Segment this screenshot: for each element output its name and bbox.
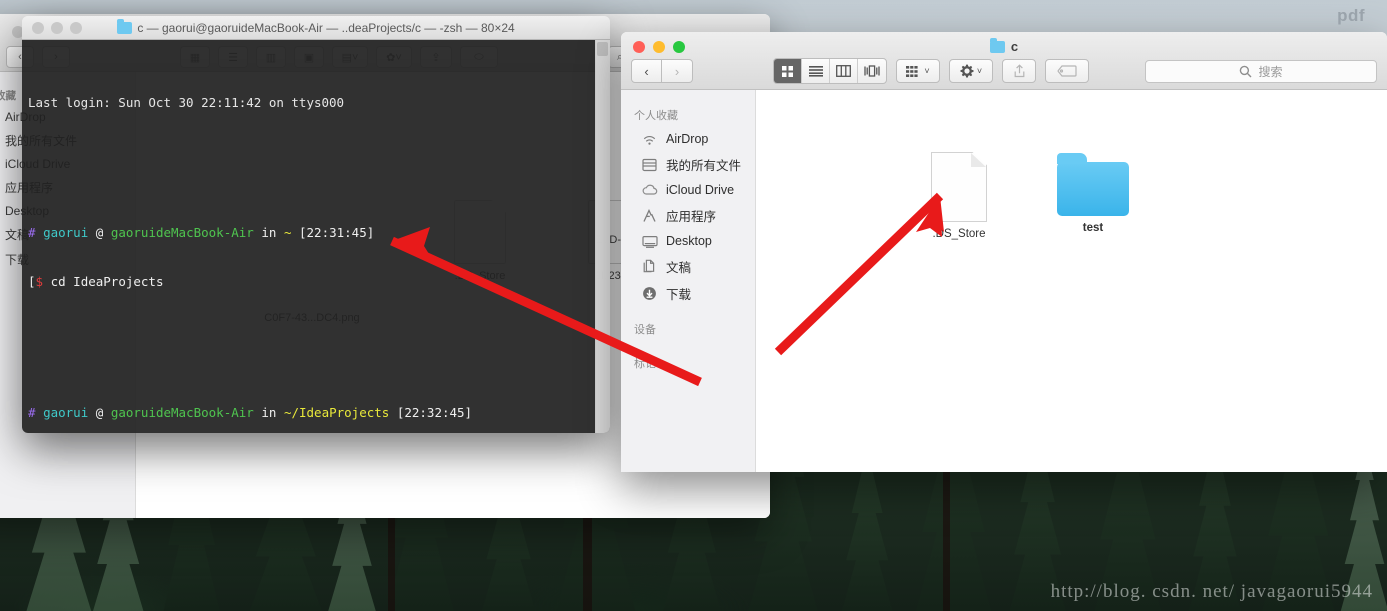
prompt-at: @: [95, 225, 104, 241]
prompt-time: [22:32:45]: [396, 404, 473, 420]
finder-titlebar[interactable]: c ‹ › ˅ ˅ 搜索: [621, 32, 1387, 90]
document-icon: [931, 152, 987, 222]
prompt-in: in: [261, 404, 277, 420]
desktop: 图片 ‹ › ▦ ☰ ▥ ▣ ▤˅ ✿˅ ⇪ ⬭ ⌕ 个人收藏: [0, 0, 1387, 611]
sidebar-item-label: 下载: [666, 288, 692, 302]
downloads-icon: [641, 286, 658, 302]
sidebar-item-airdrop[interactable]: AirDrop: [621, 127, 755, 151]
folder-icon: [989, 37, 1005, 53]
column-view-button[interactable]: [830, 59, 858, 83]
sidebar-item-label: iCloud Drive: [666, 183, 735, 197]
sidebar-item-downloads[interactable]: 下载: [621, 280, 755, 307]
prompt-path: ~/IdeaProjects: [283, 404, 390, 420]
folder-icon: [117, 18, 133, 34]
terminal-window[interactable]: c — gaorui@gaoruideMacBook-Air — ..deaPr…: [22, 16, 610, 433]
desktop-icon: [641, 233, 658, 249]
sidebar-header-favorites: 个人收藏: [634, 110, 678, 122]
prompt-hash: #: [28, 404, 36, 420]
prompt-in: in: [261, 225, 277, 241]
search-placeholder: 搜索: [1258, 64, 1283, 79]
terminal-title-text: c — gaorui@gaoruideMacBook-Air — ..deaPr…: [137, 20, 515, 35]
terminal-scrollbar[interactable]: [595, 40, 610, 433]
sidebar-item-label: Desktop: [666, 234, 712, 248]
share-icon[interactable]: [1002, 59, 1036, 83]
finder-window[interactable]: c ‹ › ˅ ˅ 搜索 个人收藏 AirDrop 我的所有文件 iCloud …: [621, 32, 1387, 472]
cloud-icon: [641, 182, 658, 198]
finder-sidebar[interactable]: 个人收藏 AirDrop 我的所有文件 iCloud Drive 应用程序 De…: [621, 90, 756, 472]
terminal-title: c — gaorui@gaoruideMacBook-Air — ..deaPr…: [22, 18, 610, 35]
prompt-user: gaorui: [43, 404, 89, 420]
terminal-prompt-line: # gaorui @ gaoruideMacBook-Air in ~ [22:…: [28, 225, 610, 241]
arrange-button[interactable]: ˅: [896, 59, 940, 83]
all-files-icon: [641, 157, 658, 173]
prompt-hash: #: [28, 225, 36, 241]
nav-buttons[interactable]: ‹ ›: [631, 59, 693, 83]
sidebar-item-label: 文稿: [666, 261, 692, 275]
finder-title: c: [621, 37, 1387, 54]
file-label: .DS_Store: [932, 228, 986, 240]
terminal-titlebar[interactable]: c — gaorui@gaoruideMacBook-Air — ..deaPr…: [22, 16, 610, 40]
finder-toolbar[interactable]: ‹ › ˅ ˅ 搜索: [631, 58, 1377, 84]
prompt-host: gaoruideMacBook-Air: [110, 225, 254, 241]
sidebar-item-applications[interactable]: 应用程序: [621, 202, 755, 229]
folder-icon: [1057, 153, 1129, 216]
sidebar-item-documents[interactable]: 文稿: [621, 253, 755, 280]
list-view-button[interactable]: [802, 59, 830, 83]
prompt-at: @: [95, 404, 104, 420]
chevron-down-icon: ˅: [924, 66, 930, 76]
terminal-window-controls[interactable]: [32, 21, 82, 34]
terminal-login-line: Last login: Sun Oct 30 22:11:42 on ttys0…: [28, 94, 345, 110]
prompt-path: ~: [283, 225, 292, 241]
terminal-prompt-line: # gaorui @ gaoruideMacBook-Air in ~/Idea…: [28, 405, 610, 421]
finder-body: 个人收藏 AirDrop 我的所有文件 iCloud Drive 应用程序 De…: [621, 90, 1387, 472]
file-item-test[interactable]: test: [1038, 152, 1148, 234]
sidebar-header-tags: 标记: [634, 358, 656, 370]
finder-content-area[interactable]: .DS_Store test: [756, 90, 1387, 472]
chevron-down-icon: ˅: [976, 66, 983, 76]
prompt-user: gaorui: [43, 225, 89, 241]
finder-title-text: c: [1010, 39, 1019, 54]
sidebar-item-label: 我的所有文件: [666, 159, 742, 173]
sidebar-item-desktop[interactable]: Desktop: [621, 229, 755, 253]
minimize-button[interactable]: [51, 21, 63, 34]
terminal-body[interactable]: Last login: Sun Oct 30 22:11:42 on ttys0…: [22, 40, 610, 433]
icon-view-button[interactable]: [774, 59, 802, 83]
close-button[interactable]: [32, 21, 44, 34]
gear-icon[interactable]: ˅: [949, 59, 993, 83]
pdf-badge: pdf: [1337, 6, 1365, 25]
sidebar-item-all-files[interactable]: 我的所有文件: [621, 151, 755, 178]
sidebar-header-devices: 设备: [634, 324, 656, 336]
search-input[interactable]: 搜索: [1145, 59, 1377, 83]
maximize-button[interactable]: [70, 21, 82, 34]
prompt-bracket: [: [28, 274, 36, 290]
file-label: test: [1082, 222, 1104, 234]
back-button[interactable]: ‹: [631, 59, 662, 83]
watermark-text: http://blog. csdn. net/ javagaorui5944: [1050, 581, 1373, 602]
prompt-time: [22:31:45]: [299, 225, 375, 241]
sidebar-item-icloud-drive[interactable]: iCloud Drive: [621, 178, 755, 202]
terminal-command: cd IdeaProjects: [50, 274, 164, 290]
terminal-command-line: [$ cd IdeaProjects: [28, 274, 610, 290]
airdrop-icon: [641, 131, 658, 147]
search-icon: [1240, 65, 1252, 77]
forward-button[interactable]: ›: [662, 59, 693, 83]
terminal-scrollbar-thumb[interactable]: [597, 42, 608, 56]
sidebar-item-label: AirDrop: [666, 132, 709, 146]
documents-icon: [641, 259, 658, 275]
coverflow-view-button[interactable]: [858, 59, 886, 83]
prompt-dollar: $: [35, 274, 44, 290]
view-mode-segmented-control[interactable]: [773, 58, 887, 84]
file-item-ds-store[interactable]: .DS_Store: [904, 152, 1014, 240]
applications-icon: [641, 208, 658, 224]
tag-icon[interactable]: [1045, 59, 1089, 83]
sidebar-item-label: 应用程序: [666, 210, 717, 224]
prompt-host: gaoruideMacBook-Air: [110, 404, 254, 420]
